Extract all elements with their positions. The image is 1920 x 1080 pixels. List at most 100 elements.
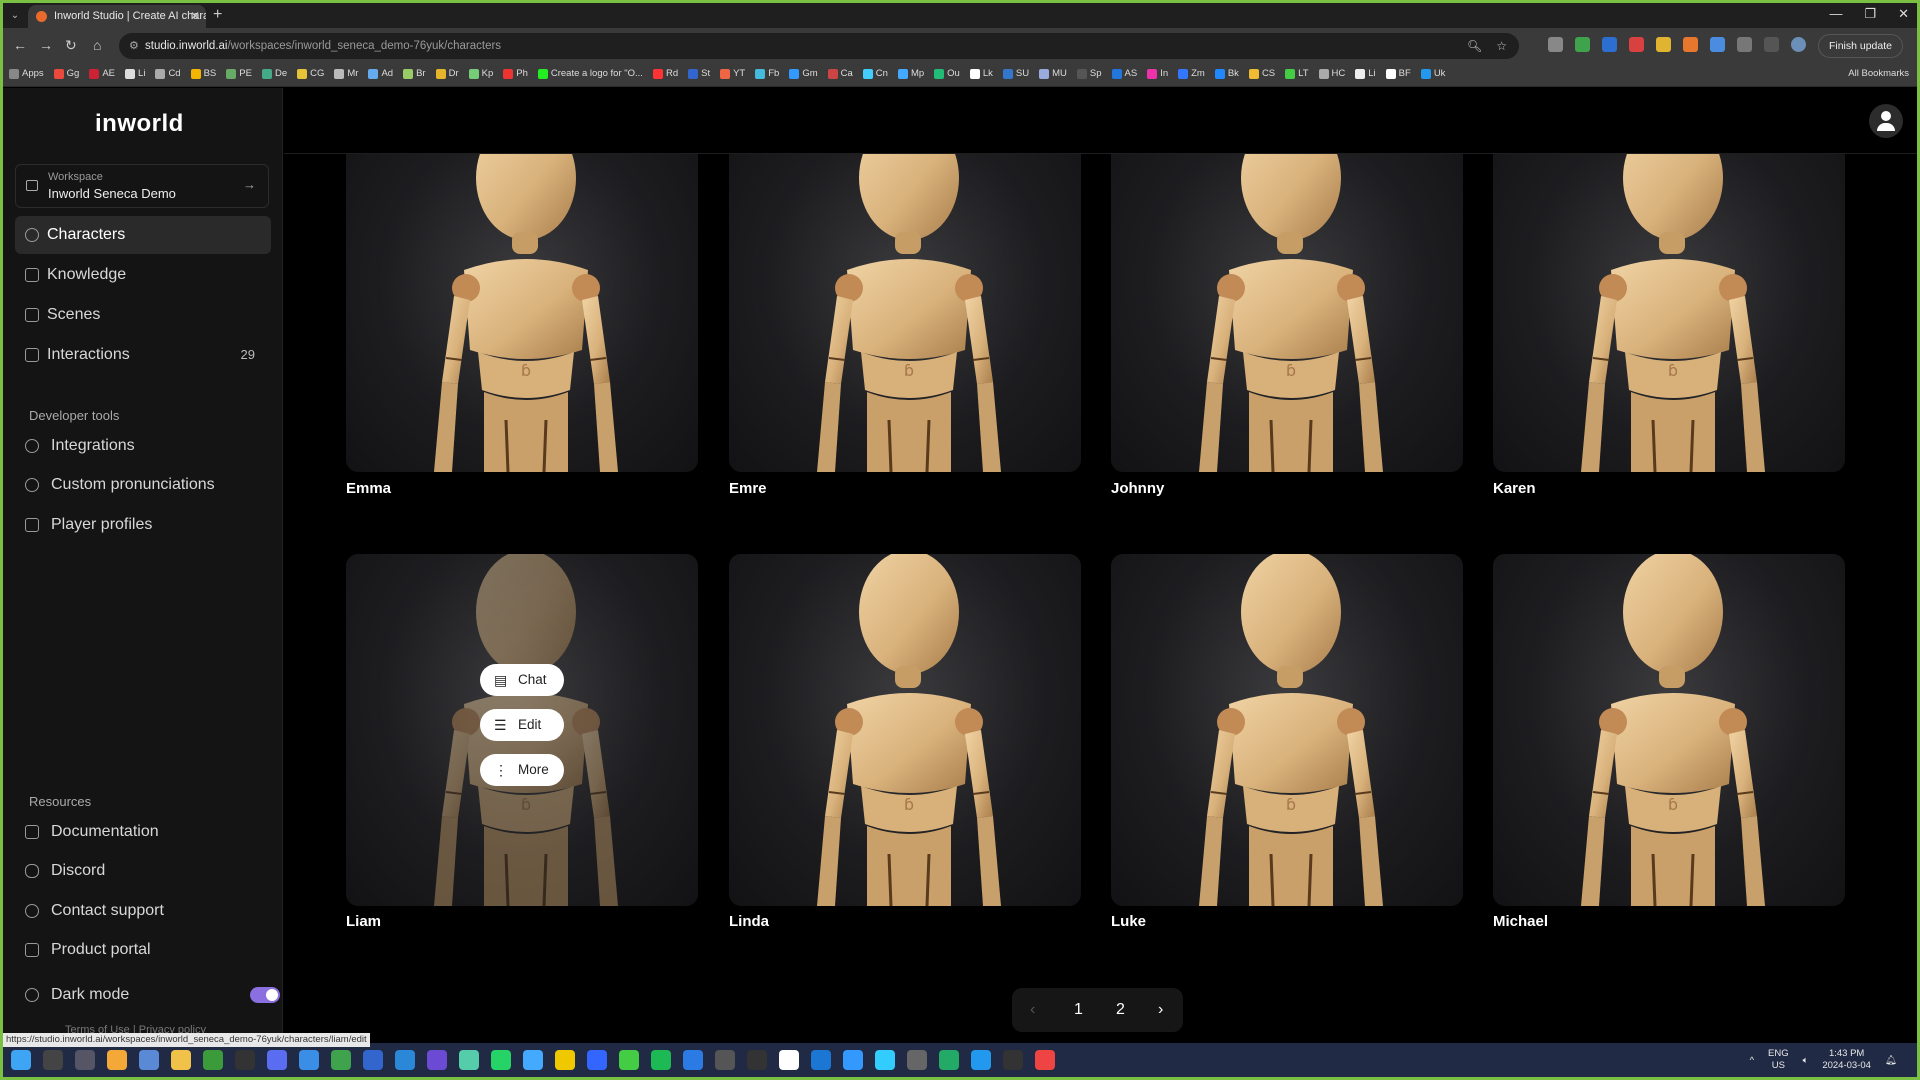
taskbar-app-icon[interactable] bbox=[43, 1050, 63, 1070]
bookmark-item[interactable]: Create a logo for "O... bbox=[537, 68, 643, 79]
bookmark-item[interactable]: Lk bbox=[969, 68, 993, 79]
back-icon[interactable]: ← bbox=[13, 37, 27, 53]
chat-button[interactable]: ▤ Chat bbox=[480, 664, 564, 696]
previous-page-icon[interactable]: ‹ bbox=[1030, 988, 1035, 1032]
extension-icon[interactable] bbox=[1710, 37, 1725, 52]
taskbar-app-icon[interactable] bbox=[299, 1050, 319, 1070]
bookmark-item[interactable]: AS bbox=[1111, 68, 1137, 79]
bookmark-item[interactable]: Ca bbox=[827, 68, 853, 79]
close-window-icon[interactable]: ✕ bbox=[1898, 6, 1909, 22]
bookmark-item[interactable]: St bbox=[688, 68, 710, 79]
character-card[interactable]: ɓ bbox=[1493, 554, 1845, 906]
bookmark-item[interactable]: Kp bbox=[468, 68, 493, 79]
extension-icon[interactable] bbox=[1548, 37, 1563, 52]
bookmark-item[interactable]: Bk bbox=[1214, 68, 1239, 79]
character-name[interactable]: Liam bbox=[346, 913, 381, 930]
sidebar-item-product-portal[interactable]: Product portal bbox=[15, 931, 271, 969]
bookmark-item[interactable]: SU bbox=[1002, 68, 1029, 79]
clock[interactable]: 1:43 PM 2024-03-04 bbox=[1822, 1048, 1871, 1072]
sidebar-item-interactions[interactable]: Interactions 29 bbox=[15, 336, 271, 374]
sidebar-item-discord[interactable]: Discord bbox=[15, 852, 271, 890]
network-volume-icon[interactable]: 🔈︎ bbox=[1803, 1055, 1809, 1066]
character-name[interactable]: Emre bbox=[729, 480, 767, 497]
bookmark-item[interactable]: Sp bbox=[1076, 68, 1102, 79]
bookmark-item[interactable]: Ou bbox=[934, 68, 960, 79]
character-card[interactable]: ɓ ▤ Chat ☰ Edit ⋮ More bbox=[346, 554, 698, 906]
browser-tab[interactable]: Inworld Studio | Create AI chara ✕ bbox=[28, 5, 206, 28]
all-bookmarks[interactable]: All Bookmarks bbox=[1848, 68, 1909, 79]
bookmark-item[interactable]: MU bbox=[1039, 68, 1067, 79]
character-name[interactable]: Michael bbox=[1493, 913, 1548, 930]
bookmark-item[interactable]: LT bbox=[1285, 68, 1309, 79]
restore-icon[interactable]: ❐ bbox=[1864, 6, 1876, 22]
taskbar-app-icon[interactable] bbox=[139, 1050, 159, 1070]
bookmark-item[interactable]: Fb bbox=[755, 68, 779, 79]
bookmark-item[interactable]: Dr bbox=[435, 68, 459, 79]
extension-icon[interactable] bbox=[1602, 37, 1617, 52]
bookmark-item[interactable]: BF bbox=[1385, 68, 1411, 79]
puzzle-icon[interactable] bbox=[1737, 37, 1752, 52]
sidebar-item-characters[interactable]: Characters bbox=[15, 216, 271, 254]
character-name[interactable]: Johnny bbox=[1111, 480, 1164, 497]
taskbar-app-icon[interactable] bbox=[363, 1050, 383, 1070]
bookmark-item[interactable]: HC bbox=[1318, 68, 1345, 79]
bookmark-item[interactable]: Ph bbox=[503, 68, 528, 79]
bookmark-item[interactable]: De bbox=[261, 68, 287, 79]
taskbar-app-icon[interactable] bbox=[811, 1050, 831, 1070]
bookmark-item[interactable]: YT bbox=[720, 68, 745, 79]
taskbar-app-icon[interactable] bbox=[683, 1050, 703, 1070]
bookmark-item[interactable]: Li bbox=[125, 68, 145, 79]
character-name[interactable]: Linda bbox=[729, 913, 769, 930]
character-card[interactable]: ɓ bbox=[1111, 154, 1463, 472]
sidebar-item-documentation[interactable]: Documentation bbox=[15, 813, 271, 851]
sidebar-item-custom-pronunciations[interactable]: Custom pronunciations bbox=[15, 466, 271, 504]
character-card[interactable]: ɓ bbox=[729, 154, 1081, 472]
extension-icon[interactable] bbox=[1575, 37, 1590, 52]
sidebar-item-player-profiles[interactable]: Player profiles bbox=[15, 506, 271, 544]
taskbar-app-icon[interactable] bbox=[267, 1050, 287, 1070]
taskbar-app-icon[interactable] bbox=[523, 1050, 543, 1070]
taskbar-app-icon[interactable] bbox=[203, 1050, 223, 1070]
character-name[interactable]: Emma bbox=[346, 480, 391, 497]
site-info-icon[interactable]: ⚙ bbox=[129, 33, 139, 59]
taskbar-app-icon[interactable] bbox=[171, 1050, 191, 1070]
bookmark-item[interactable]: PE bbox=[226, 68, 252, 79]
next-page-icon[interactable]: › bbox=[1158, 988, 1163, 1032]
bookmark-item[interactable]: Cd bbox=[155, 68, 181, 79]
taskbar-app-icon[interactable] bbox=[715, 1050, 735, 1070]
sidebar-item-contact-support[interactable]: Contact support bbox=[15, 892, 271, 930]
bookmark-item[interactable]: Mp bbox=[897, 68, 924, 79]
inworld-logo[interactable]: inworld bbox=[95, 110, 184, 138]
character-name[interactable]: Karen bbox=[1493, 480, 1536, 497]
sidebar-item-scenes[interactable]: Scenes bbox=[15, 296, 271, 334]
bookmark-item[interactable]: Br bbox=[403, 68, 426, 79]
taskbar-app-icon[interactable] bbox=[779, 1050, 799, 1070]
character-card[interactable]: ɓ bbox=[729, 554, 1081, 906]
taskbar-app-icon[interactable] bbox=[843, 1050, 863, 1070]
bookmark-item[interactable]: Li bbox=[1355, 68, 1376, 79]
bookmark-item[interactable]: Rd bbox=[652, 68, 678, 79]
more-button[interactable]: ⋮ More bbox=[480, 754, 564, 786]
profile-icon[interactable] bbox=[1791, 37, 1806, 52]
taskbar-app-icon[interactable] bbox=[331, 1050, 351, 1070]
notification-icon[interactable]: 🔔︎ bbox=[1885, 1055, 1897, 1066]
character-card[interactable]: ɓ bbox=[1111, 554, 1463, 906]
bookmark-item[interactable]: Gm bbox=[789, 68, 818, 79]
taskbar-app-icon[interactable] bbox=[395, 1050, 415, 1070]
taskbar-app-icon[interactable] bbox=[427, 1050, 447, 1070]
chevron-up-icon[interactable]: ^ bbox=[1750, 1055, 1754, 1066]
bookmark-item[interactable]: AE bbox=[89, 68, 115, 79]
bookmark-item[interactable]: Apps bbox=[9, 68, 44, 79]
taskbar-app-icon[interactable] bbox=[1003, 1050, 1023, 1070]
home-icon[interactable]: ⌂ bbox=[93, 37, 101, 53]
zoom-icon[interactable]: 🔍︎ bbox=[1467, 33, 1482, 59]
bookmark-item[interactable]: Cn bbox=[862, 68, 888, 79]
forward-icon[interactable]: → bbox=[39, 37, 53, 53]
character-card[interactable]: ɓ bbox=[346, 154, 698, 472]
taskbar-app-icon[interactable] bbox=[1035, 1050, 1055, 1070]
finish-update-button[interactable]: Finish update bbox=[1817, 34, 1903, 58]
character-card[interactable]: ɓ bbox=[1493, 154, 1845, 472]
extension-icon[interactable] bbox=[1683, 37, 1698, 52]
taskbar-app-icon[interactable] bbox=[491, 1050, 511, 1070]
taskbar-app-icon[interactable] bbox=[75, 1050, 95, 1070]
